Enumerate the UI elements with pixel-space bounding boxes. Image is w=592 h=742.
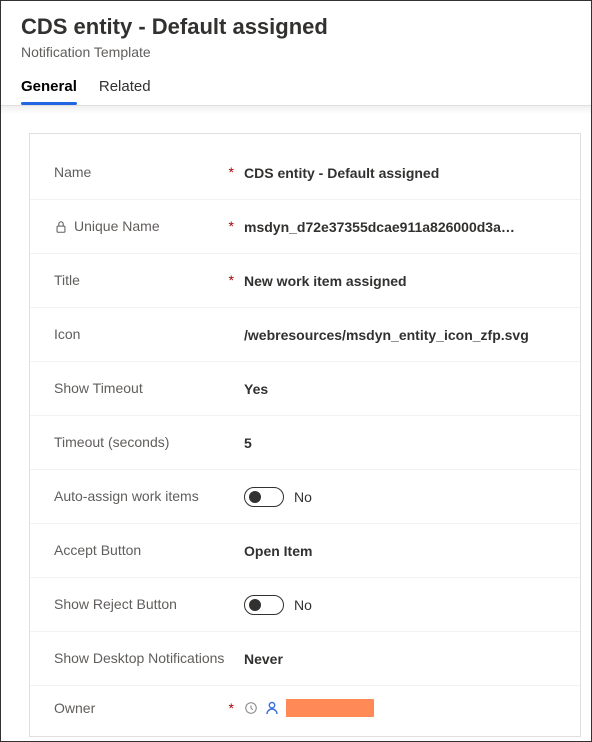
tab-related[interactable]: Related bbox=[99, 70, 151, 105]
field-row-show-reject: Show Reject Button No bbox=[30, 578, 580, 632]
field-label-name: Name bbox=[54, 163, 91, 181]
field-label-show-timeout: Show Timeout bbox=[54, 379, 143, 397]
toggle-show-reject-text: No bbox=[294, 597, 312, 613]
field-label-unique-name: Unique Name bbox=[74, 217, 160, 235]
required-icon: * bbox=[229, 271, 244, 289]
field-value-icon[interactable]: /webresources/msdyn_entity_icon_zfp.svg bbox=[244, 327, 560, 343]
field-label-accept-button: Accept Button bbox=[54, 541, 141, 559]
field-row-icon: Icon /webresources/msdyn_entity_icon_zfp… bbox=[30, 308, 580, 362]
field-value-accept-button[interactable]: Open Item bbox=[244, 543, 560, 559]
field-row-name: Name * CDS entity - Default assigned bbox=[30, 146, 580, 200]
field-value-name[interactable]: CDS entity - Default assigned bbox=[244, 165, 560, 181]
field-row-timeout: Timeout (seconds) 5 bbox=[30, 416, 580, 470]
required-icon: * bbox=[229, 217, 244, 235]
required-icon: * bbox=[229, 699, 244, 717]
field-label-title: Title bbox=[54, 271, 80, 289]
field-value-show-desktop[interactable]: Never bbox=[244, 651, 560, 667]
field-label-show-reject: Show Reject Button bbox=[54, 595, 177, 613]
field-label-icon: Icon bbox=[54, 325, 80, 343]
field-label-show-desktop: Show Desktop Notifications bbox=[54, 649, 224, 667]
owner-name-redacted bbox=[286, 699, 374, 717]
field-value-timeout[interactable]: 5 bbox=[244, 435, 560, 451]
field-value-unique-name: msdyn_d72e37355dcae911a826000d3a… bbox=[244, 219, 560, 235]
toggle-auto-assign-text: No bbox=[294, 489, 312, 505]
person-icon bbox=[264, 700, 280, 716]
field-label-auto-assign: Auto-assign work items bbox=[54, 487, 199, 505]
field-row-auto-assign: Auto-assign work items No bbox=[30, 470, 580, 524]
field-row-show-timeout: Show Timeout Yes bbox=[30, 362, 580, 416]
tab-bar: General Related bbox=[21, 70, 571, 105]
required-icon: * bbox=[229, 163, 244, 181]
lock-icon bbox=[54, 220, 68, 234]
form-panel: Name * CDS entity - Default assigned Uni… bbox=[29, 133, 581, 737]
field-value-show-timeout[interactable]: Yes bbox=[244, 381, 560, 397]
field-row-accept-button: Accept Button Open Item bbox=[30, 524, 580, 578]
field-label-timeout: Timeout (seconds) bbox=[54, 433, 169, 451]
field-row-title: Title * New work item assigned bbox=[30, 254, 580, 308]
toggle-auto-assign[interactable] bbox=[244, 487, 284, 507]
field-label-owner: Owner bbox=[54, 699, 95, 717]
page-subtitle: Notification Template bbox=[21, 44, 571, 60]
form-header: CDS entity - Default assigned Notificati… bbox=[1, 1, 591, 106]
field-value-owner[interactable] bbox=[244, 699, 560, 717]
field-row-unique-name: Unique Name * msdyn_d72e37355dcae911a826… bbox=[30, 200, 580, 254]
tab-general[interactable]: General bbox=[21, 70, 77, 105]
page-title: CDS entity - Default assigned bbox=[21, 13, 571, 42]
scroll-shadow bbox=[1, 106, 591, 114]
recent-icon bbox=[244, 701, 258, 715]
field-value-title[interactable]: New work item assigned bbox=[244, 273, 560, 289]
toggle-show-reject[interactable] bbox=[244, 595, 284, 615]
field-row-owner: Owner * bbox=[30, 686, 580, 726]
field-row-show-desktop: Show Desktop Notifications Never bbox=[30, 632, 580, 686]
